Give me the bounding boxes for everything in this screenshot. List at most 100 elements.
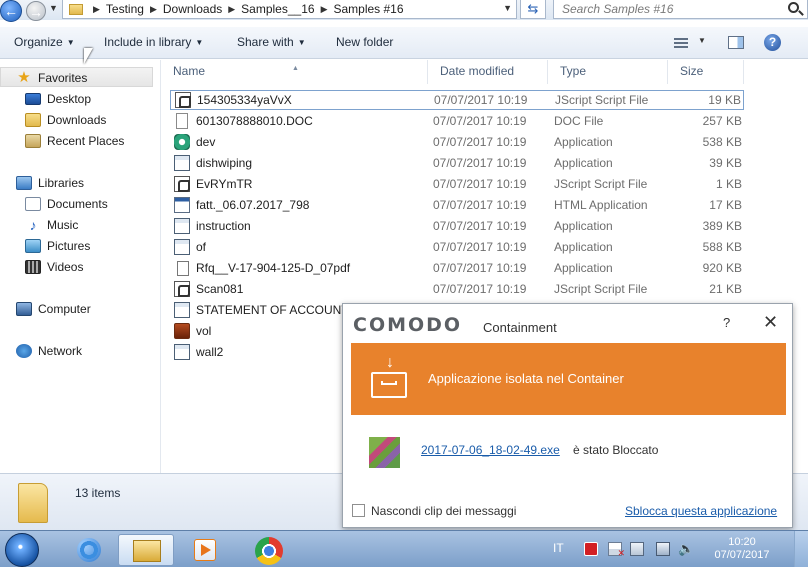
- file-type: JScript Script File: [554, 177, 648, 191]
- taskbar-windows-explorer[interactable]: [118, 534, 174, 566]
- recent-pages-chevron-icon[interactable]: ▼: [49, 3, 58, 13]
- network-tray-icon[interactable]: [656, 542, 670, 556]
- column-header-name[interactable]: Name ▲: [161, 60, 428, 84]
- file-date: 07/07/2017 10:19: [433, 135, 527, 149]
- file-size: 39 KB: [709, 156, 742, 170]
- folder-icon: [69, 3, 83, 15]
- item-count: 13 items: [75, 486, 121, 500]
- file-type: Application: [554, 135, 613, 149]
- file-name: fatt._06.07.2017_798: [174, 197, 309, 213]
- show-desktop-button[interactable]: [794, 531, 808, 567]
- unblock-application-link[interactable]: Sblocca questa applicazione: [625, 504, 777, 518]
- chevron-right-icon[interactable]: ▶: [228, 4, 235, 15]
- language-indicator[interactable]: IT: [553, 541, 564, 555]
- hide-messages-label[interactable]: Nascondi clip dei messaggi: [371, 504, 516, 518]
- breadcrumb-item-testing[interactable]: Testing ▶: [106, 2, 163, 16]
- file-row[interactable]: dev 07/07/2017 10:19 Application 538 KB: [170, 132, 744, 152]
- breadcrumb-item-downloads[interactable]: Downloads ▶: [163, 2, 241, 16]
- nav-item-downloads[interactable]: Downloads: [25, 110, 106, 129]
- downloads-folder-icon: [25, 112, 41, 127]
- taskbar-internet-explorer[interactable]: [62, 534, 118, 566]
- mouse-cursor-icon: [84, 48, 93, 64]
- arrow-right-icon: →: [29, 4, 43, 20]
- file-row[interactable]: instruction 07/07/2017 10:19 Application…: [170, 216, 744, 236]
- file-row[interactable]: EvRYmTR 07/07/2017 10:19 JScript Script …: [170, 174, 744, 194]
- folder-icon: [133, 540, 161, 562]
- search-box[interactable]: [553, 0, 808, 19]
- share-with-button[interactable]: Share with ▼: [237, 35, 306, 49]
- forward-button[interactable]: →: [26, 1, 46, 21]
- preview-pane-icon[interactable]: [728, 36, 744, 49]
- file-type: Application: [554, 219, 613, 233]
- file-size: 588 KB: [702, 240, 742, 254]
- file-row[interactable]: Scan081 07/07/2017 10:19 JScript Script …: [170, 279, 744, 299]
- desktop-icon: [25, 92, 41, 105]
- address-dropdown-icon[interactable]: ▼: [503, 3, 512, 13]
- file-name: Scan081: [174, 281, 243, 297]
- start-button[interactable]: [5, 533, 39, 567]
- folder-icon: [18, 483, 48, 523]
- taskbar-media-player[interactable]: [178, 534, 234, 566]
- column-header-date-modified[interactable]: Date modified: [428, 60, 548, 84]
- breadcrumb-item-samples-16-folder[interactable]: Samples__16 ▶: [241, 2, 333, 16]
- refresh-button[interactable]: ⇆: [520, 0, 546, 19]
- file-row[interactable]: of 07/07/2017 10:19 Application 588 KB: [170, 237, 744, 257]
- column-header-size[interactable]: Size: [668, 60, 744, 84]
- nav-item-computer[interactable]: Computer: [16, 299, 91, 318]
- nav-item-libraries[interactable]: Libraries: [16, 173, 84, 192]
- file-row[interactable]: Rfq__V-17-904-125-D_07pdf 07/07/2017 10:…: [170, 258, 744, 278]
- view-options-dropdown-icon[interactable]: ▼: [698, 36, 706, 45]
- close-button[interactable]: ✕: [763, 312, 778, 333]
- organize-button[interactable]: Organize ▼: [14, 35, 75, 49]
- nav-item-documents[interactable]: Documents: [25, 194, 108, 213]
- nav-item-music[interactable]: ♪ Music: [25, 215, 79, 234]
- file-date: 07/07/2017 10:19: [433, 114, 527, 128]
- jscript-icon: [174, 176, 190, 192]
- file-type: Application: [554, 156, 613, 170]
- tray-app-icon[interactable]: [630, 542, 644, 556]
- file-type: Application: [554, 261, 613, 275]
- file-row[interactable]: fatt._06.07.2017_798 07/07/2017 10:19 HT…: [170, 195, 744, 215]
- nav-item-favorites[interactable]: ★ Favorites: [16, 68, 87, 87]
- hide-messages-checkbox[interactable]: [352, 504, 365, 517]
- breadcrumb[interactable]: ▶ Testing ▶ Downloads ▶ Samples__16 ▶ Sampl…: [62, 0, 517, 19]
- comodo-tray-icon[interactable]: [584, 542, 598, 556]
- nav-item-recent-places[interactable]: Recent Places: [25, 131, 124, 150]
- file-row[interactable]: 154305334yaVvX 07/07/2017 10:19 JScript …: [170, 90, 744, 110]
- chrome-icon: [255, 537, 283, 565]
- nav-item-pictures[interactable]: Pictures: [25, 236, 90, 255]
- blocked-file-icon: [369, 437, 400, 468]
- action-center-flag-icon[interactable]: [608, 542, 625, 559]
- music-note-icon: ♪: [29, 216, 37, 233]
- clock-date: 07/07/2017: [714, 549, 770, 561]
- chevron-right-icon[interactable]: ▶: [321, 4, 328, 15]
- blocked-file-link[interactable]: 2017-07-06_18-02-49.exe: [421, 443, 560, 457]
- back-button[interactable]: ←: [0, 0, 22, 22]
- file-size: 21 KB: [709, 282, 742, 296]
- change-view-icon[interactable]: [674, 36, 690, 49]
- breadcrumb-separator[interactable]: ▶: [87, 4, 106, 15]
- comodo-logo: COMODO: [353, 314, 463, 336]
- file-row[interactable]: dishwiping 07/07/2017 10:19 Application …: [170, 153, 744, 173]
- taskbar-chrome[interactable]: [243, 534, 299, 566]
- nav-item-videos[interactable]: Videos: [25, 257, 83, 276]
- breadcrumb-item-samples-16[interactable]: Samples #16: [333, 2, 403, 16]
- include-in-library-button[interactable]: Include in library ▼: [104, 35, 203, 49]
- file-type: JScript Script File: [554, 282, 648, 296]
- search-input[interactable]: [562, 0, 782, 17]
- volume-icon[interactable]: 🔈: [678, 542, 694, 556]
- new-folder-button[interactable]: New folder: [336, 35, 393, 49]
- column-header-type[interactable]: Type: [548, 60, 668, 84]
- file-row[interactable]: 6013078888010.DOC 07/07/2017 10:19 DOC F…: [170, 111, 744, 131]
- help-icon[interactable]: ?: [764, 34, 781, 51]
- alert-banner: ↓ Applicazione isolata nel Container: [351, 343, 786, 415]
- nav-item-desktop[interactable]: Desktop: [25, 89, 91, 108]
- file-date: 07/07/2017 10:19: [433, 156, 527, 170]
- nav-item-network[interactable]: Network: [16, 341, 82, 360]
- help-button[interactable]: ?: [723, 315, 730, 330]
- file-size: 257 KB: [702, 114, 742, 128]
- chevron-right-icon[interactable]: ▶: [150, 4, 157, 15]
- clock[interactable]: 10:20 07/07/2017: [712, 536, 772, 562]
- jscript-icon: [175, 92, 191, 108]
- chevron-down-icon: ▼: [195, 38, 204, 47]
